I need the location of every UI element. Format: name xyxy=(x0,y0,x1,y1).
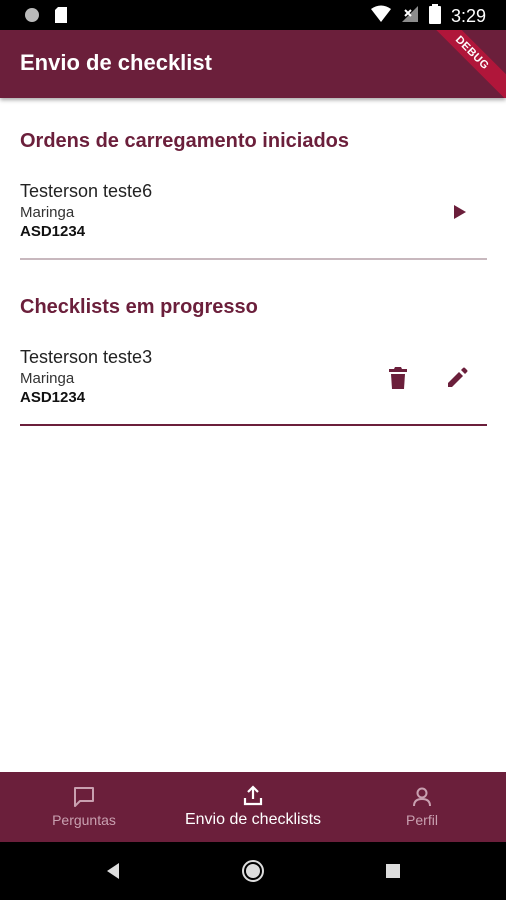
home-circle-icon xyxy=(242,860,264,882)
nav-item-envio-de-checklists[interactable]: Envio de checklists xyxy=(163,772,343,842)
play-icon xyxy=(454,205,466,219)
nav-item-perguntas[interactable]: Perguntas xyxy=(34,772,134,842)
battery-icon xyxy=(428,4,441,29)
play-button[interactable] xyxy=(443,196,475,228)
item-name: Testerson teste3 xyxy=(20,347,153,367)
clock: 3:29 xyxy=(450,6,486,26)
pencil-icon xyxy=(448,367,468,387)
back-triangle-icon xyxy=(107,863,119,879)
app-bar: Envio de checklist DEBUG xyxy=(0,30,506,98)
page-title: Envio de checklist xyxy=(20,50,212,75)
home-button[interactable] xyxy=(237,855,269,887)
chat-bubble-icon xyxy=(74,787,94,807)
recents-button[interactable] xyxy=(377,855,409,887)
signal-off-icon xyxy=(401,5,419,28)
item-name: Testerson teste6 xyxy=(20,181,153,201)
item-city: Maringa xyxy=(20,370,75,387)
item-code: ASD1234 xyxy=(20,389,86,406)
item-city: Maringa xyxy=(20,204,75,221)
divider xyxy=(20,424,487,426)
upload-icon xyxy=(243,785,263,806)
item-code: ASD1234 xyxy=(20,223,86,240)
status-bar: 3:29 xyxy=(0,0,506,30)
person-icon xyxy=(413,787,431,807)
section-title-started-orders: Ordens de carregamento iniciados xyxy=(20,130,349,152)
divider xyxy=(20,258,487,260)
list-item: Testerson teste3 Maringa ASD1234 xyxy=(20,347,486,406)
list-item: Testerson teste6 Maringa ASD1234 xyxy=(20,181,486,240)
system-nav-bar xyxy=(0,842,506,900)
trash-icon xyxy=(389,367,407,389)
circle-notification-icon xyxy=(24,7,40,28)
nav-item-perfil[interactable]: Perfil xyxy=(382,772,462,842)
bottom-nav: Perguntas Envio de checklists Perfil xyxy=(0,772,506,842)
delete-button[interactable] xyxy=(382,362,414,394)
nav-label: Perguntas xyxy=(52,812,116,828)
edit-button[interactable] xyxy=(441,362,473,394)
wifi-icon xyxy=(370,5,391,28)
recents-square-icon xyxy=(386,864,400,878)
debug-banner: DEBUG xyxy=(416,30,506,98)
nav-label: Envio de checklists xyxy=(184,811,322,828)
nav-label: Perfil xyxy=(406,812,438,828)
sd-card-icon xyxy=(54,6,68,29)
section-title-in-progress: Checklists em progresso xyxy=(20,296,258,318)
back-button[interactable] xyxy=(98,855,130,887)
